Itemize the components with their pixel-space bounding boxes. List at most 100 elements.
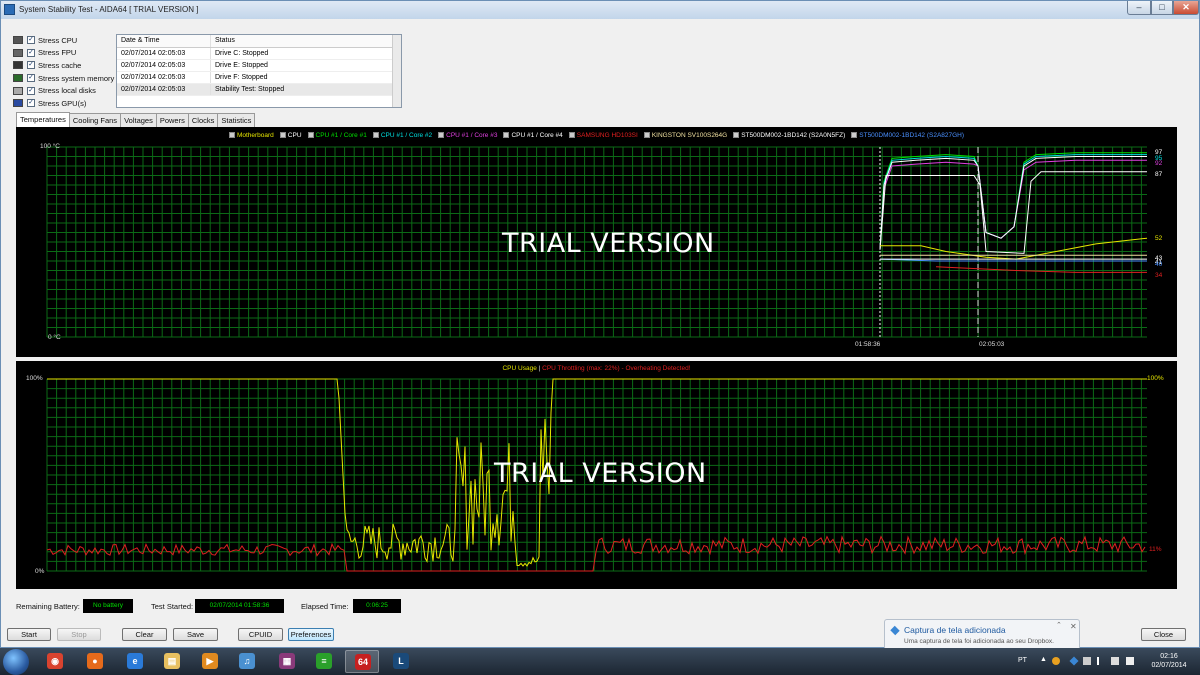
tab-clocks[interactable]: Clocks: [187, 113, 219, 127]
core-temp-series: [879, 154, 1147, 250]
clock-date: 02/07/2014: [1151, 662, 1187, 669]
tab-voltages[interactable]: Voltages: [120, 113, 157, 127]
legend-item[interactable]: Motherboard: [228, 132, 274, 139]
test-started-label: Test Started:: [151, 602, 194, 611]
stress-checkbox[interactable]: ✓: [27, 36, 35, 45]
log-scrollbar[interactable]: [392, 35, 401, 107]
log-row[interactable]: 02/07/2014 02:05:03 Drive E: Stopped: [117, 60, 401, 72]
stress-checkbox[interactable]: ✓: [27, 74, 35, 83]
title-bar[interactable]: System Stability Test - AIDA64 [ TRIAL V…: [1, 1, 1199, 19]
legend-item[interactable]: SAMSUNG HD103SI: [568, 132, 638, 139]
dropbox-notification[interactable]: Captura de tela adicionada Uma captura d…: [884, 619, 1080, 650]
log-date-cell: 02/07/2014 02:05:03: [117, 84, 211, 95]
stress-option-row[interactable]: ✓ Stress GPU(s): [13, 97, 123, 110]
clear-button[interactable]: Clear: [122, 628, 167, 641]
log-row[interactable]: 02/07/2014 02:05:03 Stability Test: Stopp…: [117, 84, 401, 96]
legend-checkbox[interactable]: [733, 132, 740, 138]
stress-option-row[interactable]: ✓ Stress local disks: [13, 84, 123, 97]
stop-button[interactable]: Stop: [57, 628, 101, 641]
sensor-current-value: 52: [1155, 235, 1163, 242]
elapsed-time-label: Elapsed Time:: [301, 602, 349, 611]
stress-option-row[interactable]: ✓ Stress FPU: [13, 47, 123, 60]
log-row[interactable]: 02/07/2014 02:05:03 Drive F: Stopped: [117, 72, 401, 84]
clock[interactable]: 02:16 02/07/2014: [1142, 652, 1196, 670]
stress-checkbox[interactable]: ✓: [27, 99, 35, 108]
taskbar-app[interactable]: ▶: [193, 650, 227, 673]
tab-cooling-fans[interactable]: Cooling Fans: [68, 113, 122, 127]
network-icon[interactable]: [1111, 657, 1119, 665]
start-button-orb[interactable]: [3, 649, 29, 675]
volume-icon[interactable]: [1126, 657, 1134, 665]
column-header-status[interactable]: Status: [211, 35, 389, 47]
log-row[interactable]: 02/07/2014 02:05:03 Drive C: Stopped: [117, 48, 401, 60]
legend-checkbox[interactable]: [643, 132, 650, 138]
stress-checkbox[interactable]: ✓: [27, 86, 35, 95]
log-status-cell: Drive E: Stopped: [215, 62, 268, 69]
legend-item[interactable]: CPU: [279, 132, 302, 139]
taskbar-app[interactable]: ≡: [307, 650, 341, 673]
action-center-flag-icon[interactable]: [1097, 657, 1105, 665]
legend-checkbox[interactable]: [503, 132, 510, 138]
taskbar-app[interactable]: ♫: [230, 650, 264, 673]
stress-option-label: Stress GPU(s): [38, 98, 87, 108]
stress-checkbox[interactable]: ✓: [27, 61, 35, 70]
legend-item[interactable]: ST500DM002-1BD142 (S2A0N5FZ): [733, 132, 845, 139]
window-title: System Stability Test - AIDA64 [ TRIAL V…: [19, 5, 199, 14]
close-button[interactable]: Close: [1141, 628, 1186, 641]
taskbar-app[interactable]: 64: [345, 650, 379, 673]
taskbar-app[interactable]: ▦: [270, 650, 304, 673]
taskbar-app[interactable]: e: [118, 650, 152, 673]
app-tray-icon[interactable]: [1052, 657, 1060, 665]
tab-powers[interactable]: Powers: [155, 113, 189, 127]
legend-item[interactable]: CPU #1 / Core #2: [372, 132, 432, 139]
maximize-button[interactable]: □: [1151, 1, 1173, 15]
core-temp-series: [879, 156, 1147, 250]
tray-icon[interactable]: [1083, 657, 1091, 665]
minimize-button[interactable]: –: [1127, 1, 1151, 15]
stress-option-row[interactable]: ✓ Stress cache: [13, 59, 123, 72]
taskbar-app[interactable]: L: [384, 650, 418, 673]
cpu-axis-top: 100%: [26, 375, 43, 382]
cpuid-button[interactable]: CPUID: [238, 628, 283, 641]
legend-checkbox[interactable]: [568, 132, 575, 138]
legend-label: KINGSTON SV100S264G: [651, 132, 728, 139]
legend-checkbox[interactable]: [279, 132, 286, 138]
tab-statistics[interactable]: Statistics: [217, 113, 256, 127]
language-indicator[interactable]: PT: [1018, 657, 1027, 664]
legend-item[interactable]: CPU #1 / Core #3: [438, 132, 497, 139]
legend-item[interactable]: ST500DM002-1BD142 (S2A827GH): [851, 132, 964, 139]
taskbar-app[interactable]: ●: [78, 650, 112, 673]
cpu-usage-legend: CPU Usage: [502, 365, 537, 372]
legend-checkbox[interactable]: [228, 132, 235, 138]
stress-option-row[interactable]: ✓ Stress CPU: [13, 34, 123, 47]
notification-options-icon[interactable]: ⌃: [1056, 621, 1062, 629]
stress-checkbox[interactable]: ✓: [27, 48, 35, 57]
tab-temperatures[interactable]: Temperatures: [16, 112, 70, 127]
column-header-date[interactable]: Date & Time: [117, 35, 211, 47]
legend-item[interactable]: CPU #1 / Core #4: [503, 132, 563, 139]
taskbar-app[interactable]: ◉: [38, 650, 72, 673]
notification-close-icon[interactable]: ✕: [1070, 622, 1077, 631]
test-started-value: 02/07/2014 01:58:36: [195, 599, 284, 613]
preferences-button[interactable]: Preferences: [288, 628, 334, 641]
legend-checkbox[interactable]: [438, 132, 445, 138]
show-hidden-icons-icon[interactable]: ▲: [1040, 656, 1048, 664]
firefox-icon: ●: [87, 653, 103, 669]
legend-item[interactable]: KINGSTON SV100S264G: [643, 132, 728, 139]
sensor-current-value: 92: [1155, 160, 1163, 167]
legend-checkbox[interactable]: [851, 132, 858, 138]
stress-option-row[interactable]: ✓ Stress system memory: [13, 72, 123, 85]
cpu-axis-bottom: 0%: [35, 568, 45, 575]
taskbar-app[interactable]: ▤: [155, 650, 189, 673]
legend-item[interactable]: CPU #1 / Core #1: [307, 132, 367, 139]
save-button[interactable]: Save: [173, 628, 218, 641]
legend-checkbox[interactable]: [307, 132, 314, 138]
dropbox-tray-icon[interactable]: [1069, 656, 1079, 666]
legend-checkbox[interactable]: [372, 132, 379, 138]
legend-label: CPU #1 / Core #4: [511, 132, 563, 139]
close-window-button[interactable]: ✕: [1173, 1, 1199, 15]
start-button[interactable]: Start: [7, 628, 51, 641]
motherboard-temp-series: [880, 237, 1148, 260]
clock-time: 02:16: [1160, 653, 1178, 660]
legend-label: SAMSUNG HD103SI: [576, 132, 638, 139]
